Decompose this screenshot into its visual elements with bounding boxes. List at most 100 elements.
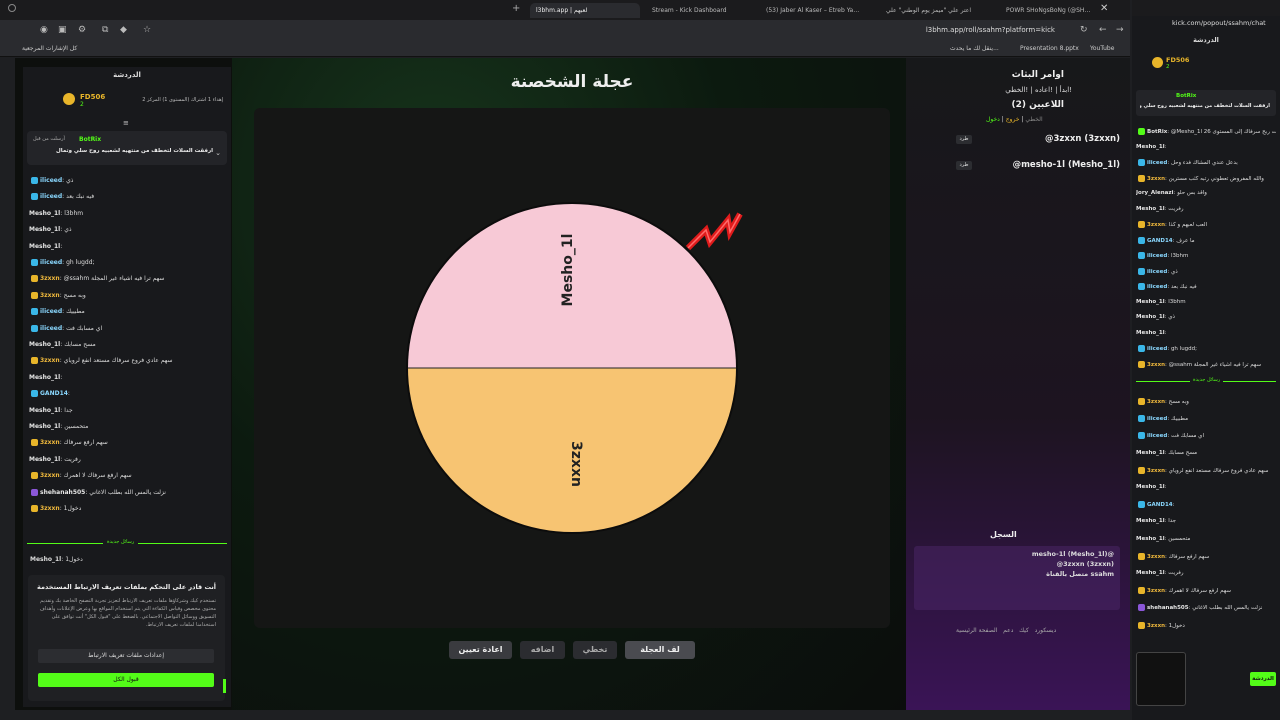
chevron-down-icon[interactable]: ≡ [123,119,129,127]
cookie-text: تستخدم كيك وشركاؤها ملفات تعريف الارتباط… [39,598,216,628]
all-bookmarks[interactable]: كل الإشارات المرجعية [22,45,77,52]
chat-username[interactable]: 3zxxn [1147,588,1165,594]
leave-link[interactable]: خروج [1006,116,1020,123]
top-user-name[interactable]: FD506 [1166,56,1189,64]
chat-username[interactable]: Mesho_1l [1136,570,1165,576]
diamond-icon[interactable]: ◆ [120,25,127,35]
chat-username[interactable]: 3zxxn [1147,222,1165,228]
close-icon[interactable]: ✕ [1100,3,1108,14]
chat-username[interactable]: iliceed [1147,416,1167,422]
tab-youtube[interactable]: (53) Jaber Al Kaser – Etreb Ya… [760,3,870,18]
bookmark-item[interactable]: Presentation 8.pptx [1020,45,1079,52]
chat-username[interactable]: Mesho_1l [29,456,60,463]
url-field[interactable]: l3bhm.app/roll/ssahm?platform=kick [880,26,1055,34]
chat-username[interactable]: Mesho_1l [1136,330,1165,336]
chat-username[interactable]: GAND14 [40,390,68,397]
chat-username[interactable]: shehanah505 [1147,605,1189,611]
chat-username[interactable]: 3zxxn [40,357,60,364]
chat-username[interactable]: Mesho_1l [1136,450,1165,456]
chat-username[interactable]: iliceed [40,193,62,200]
chat-username[interactable]: iliceed [1147,433,1167,439]
chat-username[interactable]: Mesho_1l [1136,144,1165,150]
send-chat-button[interactable]: الدردشة [1250,672,1276,686]
accept-all-button[interactable]: قبول الكل [38,673,214,687]
extension-icon[interactable]: ◉ [40,25,48,35]
skip-button[interactable]: تخطي [573,641,617,659]
spin-button[interactable]: لف العجلة [625,641,695,659]
chat-username[interactable]: GAND14 [1147,502,1173,508]
forward-icon[interactable]: ← [1099,25,1107,35]
chat-username[interactable]: iliceed [1147,284,1167,290]
chat-username[interactable]: iliceed [40,177,62,184]
chat-username[interactable]: 3zxxn [40,439,60,446]
chat-username[interactable]: 3zxxn [1147,362,1165,368]
chat-username[interactable]: Mesho_1l [29,210,60,217]
chat-username[interactable]: Mesho_1l [29,407,60,414]
chat-username[interactable]: 3zxxn [1147,623,1165,629]
tab-tiktok[interactable]: اعتر علي "ميمز يوم الوطني" علي [880,3,990,18]
discord-link[interactable]: ديسكورد [1035,627,1057,634]
chat-username[interactable]: iliceed [40,259,62,266]
puzzle-icon[interactable]: ⧉ [102,25,108,35]
chat-username[interactable]: iliceed [1147,269,1167,275]
kick-link[interactable]: كيك [1019,627,1029,634]
window-menu-icon[interactable] [8,4,16,12]
scroll-indicator[interactable] [223,679,226,693]
bookmark-item[interactable]: YouTube [1090,45,1114,52]
chat-username[interactable]: shehanah505 [40,489,85,496]
chat-username[interactable]: 3zxxn [40,292,60,299]
reload-icon[interactable]: ↻ [1080,25,1088,35]
chat-username[interactable]: Mesho_1l [1136,206,1165,212]
chat-username[interactable]: iliceed [1147,160,1167,166]
chevron-down-icon[interactable]: ⌄ [215,149,221,157]
chat-username[interactable]: BotRix [1147,129,1167,135]
tab-kick-dashboard[interactable]: Stream - Kick Dashboard [646,3,741,18]
chat-username[interactable]: Mesho_1l [30,556,61,563]
reset-button[interactable]: اعادة تعيين [449,641,512,659]
pinned-message[interactable]: أرسلت من قبل BotRix ارفقت السلات لتخطف م… [27,131,227,165]
chat-username[interactable]: 3zxxn [40,505,60,512]
chat-username[interactable]: Mesho_1l [29,423,60,430]
tab-powr[interactable]: POWR SHoNgsBoNg (@SH… [1000,3,1100,18]
bookmark-item[interactable]: ينقل لك ما يحدث... [950,45,999,52]
chat-username[interactable]: Mesho_1l [29,374,60,381]
kick-player-button[interactable]: طرد [956,161,972,170]
chat-username[interactable]: iliceed [1147,253,1167,259]
tab-l3bhm[interactable]: l3bhm.app | لعبهم [530,3,640,18]
chat-username[interactable]: Mesho_1l [1136,518,1165,524]
chat-username[interactable]: 3zxxn [40,472,60,479]
cookie-settings-button[interactable]: إعدادات ملفات تعريف الارتباط [38,649,214,663]
chat-input-box[interactable] [1136,652,1186,706]
kick-player-button[interactable]: طرد [956,135,972,144]
chat-username[interactable]: iliceed [1147,346,1167,352]
skip-link[interactable]: الخطي [1025,116,1042,123]
chat-username[interactable]: 3zxxn [40,275,60,282]
sidebar-icon[interactable]: ▣ [58,25,67,35]
chat-username[interactable]: GAND14 [1147,238,1173,244]
chat-username[interactable]: Mesho_1l [1136,314,1165,320]
chat-username[interactable]: Mesho_1l [29,226,60,233]
chat-username[interactable]: 3zxxn [1147,176,1165,182]
new-tab-icon[interactable]: + [512,3,520,14]
chat-username[interactable]: 3zxxn [1147,399,1165,405]
back-icon[interactable]: → [1116,25,1124,35]
chat-username[interactable]: Jory_Alenazi [1136,190,1173,196]
chat-username[interactable]: Mesho_1l [29,243,60,250]
popout-url[interactable]: kick.com/popout/ssahm/chat [1172,19,1266,27]
add-button[interactable]: اضافه [520,641,565,659]
pinned-message[interactable]: BotRix ارفقت السلات لتخطف من منتهيه لشعب… [1136,90,1276,116]
join-link[interactable]: دخول [986,116,1000,123]
top-user-name[interactable]: FD506 [80,93,105,101]
star-icon[interactable]: ☆ [143,25,151,35]
chat-username[interactable]: Mesho_1l [1136,299,1165,305]
chat-username[interactable]: Mesho_1l [1136,536,1165,542]
support-link[interactable]: دعم [1003,627,1013,634]
chat-username[interactable]: iliceed [40,308,62,315]
chat-username[interactable]: iliceed [40,325,62,332]
chat-username[interactable]: Mesho_1l [29,341,60,348]
chat-username[interactable]: 3zxxn [1147,554,1165,560]
chat-username[interactable]: 3zxxn [1147,468,1165,474]
home-link[interactable]: الصفحة الرئيسية [956,627,997,634]
chat-username[interactable]: Mesho_1l [1136,484,1165,490]
tools-icon[interactable]: ⚙ [78,25,86,35]
